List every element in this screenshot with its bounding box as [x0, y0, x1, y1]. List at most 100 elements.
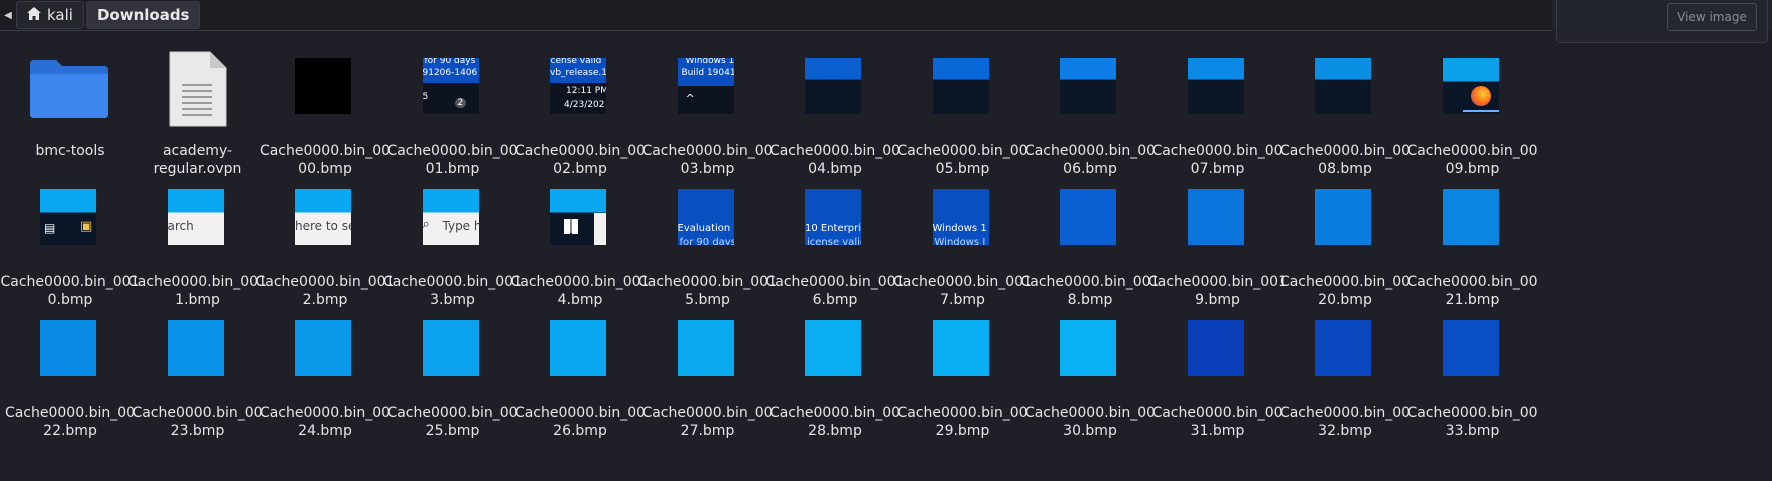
file-item[interactable]: Windows 1 Build 19041. ^ Cache0000.bin_00 03… [636, 48, 776, 177]
file-name: Cache0000.bin_001 9.bmp [1148, 274, 1287, 308]
image-thumbnail: Evaluation for 90 days [677, 189, 734, 245]
thumbnail-text: ▣ [80, 219, 93, 234]
file-name: Cache0000.bin_00 00.bmp [259, 143, 391, 177]
file-item[interactable]: Cache0000.bin_00 07.bmp [1146, 48, 1286, 177]
image-thumbnail: for 90 days 91206-1406 5 2 [422, 58, 479, 114]
thumbnail-text: 5 [422, 92, 429, 102]
thumbnail-text: ^ [685, 92, 695, 105]
image-thumbnail: ▤ ▣ [40, 189, 96, 245]
file-item[interactable]: Cache0000.bin_00 25.bmp [381, 310, 521, 439]
image-thumbnail [550, 189, 606, 245]
image-thumbnail [1315, 58, 1371, 114]
image-thumbnail [1442, 320, 1499, 376]
file-item[interactable]: Cache0000.bin_00 27.bmp [636, 310, 776, 439]
folder-icon [26, 58, 110, 118]
image-thumbnail: ⌕ Type h [422, 189, 479, 245]
image-thumbnail: 10 Enterprise icense valid [805, 189, 861, 245]
breadcrumb-current[interactable]: Downloads [85, 1, 201, 29]
file-name: Cache0000.bin_001 4.bmp [510, 274, 650, 308]
file-item[interactable]: Cache0000.bin_00 05.bmp [891, 48, 1031, 177]
breadcrumb-home[interactable]: kali [16, 1, 84, 29]
file-item[interactable]: Cache0000.bin_00 09.bmp [1401, 48, 1541, 177]
file-item[interactable]: Cache0000.bin_00 04.bmp [763, 48, 903, 177]
file-name: Cache0000.bin_00 29.bmp [897, 405, 1028, 439]
file-item[interactable]: Cache0000.bin_001 4.bmp [508, 179, 650, 308]
file-name: Cache0000.bin_00 26.bmp [514, 405, 646, 439]
file-name: Cache0000.bin_00 05.bmp [897, 143, 1028, 177]
file-item[interactable]: Cache0000.bin_00 21.bmp [1401, 179, 1541, 308]
file-name: Cache0000.bin_00 32.bmp [1279, 405, 1411, 439]
image-thumbnail [1442, 189, 1499, 245]
file-item[interactable]: Cache0000.bin_00 00.bmp [253, 48, 393, 177]
image-thumbnail: here to sea [295, 189, 351, 245]
image-thumbnail [932, 58, 989, 114]
thumbnail-text: 12:11 PM [566, 86, 606, 96]
file-name: Cache0000.bin_001 7.bmp [893, 274, 1032, 308]
thumbnail-text: icense valid [550, 58, 602, 66]
file-item[interactable]: Windows 1 Windows I Cache0000.bin_001 7.bmp [891, 179, 1032, 308]
file-item[interactable]: Cache0000.bin_001 9.bmp [1146, 179, 1287, 308]
image-thumbnail [1187, 320, 1244, 376]
file-item[interactable]: Cache0000.bin_00 29.bmp [891, 310, 1031, 439]
file-item[interactable]: Cache0000.bin_00 32.bmp [1273, 310, 1413, 439]
thumbnail-text: ▤ [44, 221, 56, 235]
thumbnail-text: 91206-1406 [422, 68, 478, 78]
file-item[interactable]: Cache0000.bin_00 20.bmp [1273, 179, 1413, 308]
thumbnail-text: vb_release.1 [550, 68, 606, 78]
view-panel: View image [1556, 0, 1768, 43]
back-arrow-icon[interactable]: ◀ [0, 0, 16, 30]
file-name: Cache0000.bin_00 24.bmp [259, 405, 391, 439]
image-thumbnail [932, 320, 989, 376]
file-item[interactable]: Cache0000.bin_00 28.bmp [763, 310, 903, 439]
file-name: Cache0000.bin_00 07.bmp [1152, 143, 1283, 177]
image-thumbnail: Windows 1 Build 19041. ^ [677, 58, 734, 114]
toolbar: ◀ kali Downloads View image [0, 0, 1772, 43]
file-name: Cache0000.bin_00 06.bmp [1024, 143, 1156, 177]
firefox-icon [1470, 86, 1491, 106]
image-thumbnail [422, 320, 479, 376]
document-icon [168, 50, 228, 127]
image-thumbnail [550, 320, 606, 376]
file-name: Cache0000.bin_001 1.bmp [128, 274, 267, 308]
file-item[interactable]: ⌕ Type h Cache0000.bin_001 3.bmp [381, 179, 522, 308]
file-name: Cache0000.bin_001 3.bmp [383, 274, 522, 308]
file-name: Cache0000.bin_00 03.bmp [642, 143, 773, 177]
file-item[interactable]: Cache0000.bin_00 06.bmp [1018, 48, 1158, 177]
file-item[interactable]: Evaluation for 90 days Cache0000.bin_001 5.… [636, 179, 777, 308]
file-item[interactable]: Cache0000.bin_00 30.bmp [1018, 310, 1158, 439]
file-item[interactable]: Cache0000.bin_00 31.bmp [1146, 310, 1286, 439]
image-thumbnail [1187, 189, 1244, 245]
thumbnail-text: Windows I [934, 237, 986, 245]
file-item[interactable]: 10 Enterprise icense valid Cache0000.bin_0… [763, 179, 905, 308]
view-image-button[interactable]: View image [1667, 3, 1757, 31]
thumbnail-text: 2 [454, 98, 467, 108]
file-item[interactable]: Cache0000.bin_00 24.bmp [253, 310, 393, 439]
image-thumbnail [805, 320, 861, 376]
file-item[interactable]: Cache0000.bin_00 22.bmp [0, 310, 138, 439]
file-item[interactable]: Cache0000.bin_00 08.bmp [1273, 48, 1413, 177]
thumbnail-text: arch [167, 219, 194, 233]
file-name: Cache0000.bin_00 22.bmp [4, 405, 136, 439]
image-thumbnail [805, 58, 861, 114]
file-item[interactable]: academy-regular.ovpn [126, 48, 266, 177]
file-item[interactable]: for 90 days 91206-1406 5 2 Cache0000.bin_00 0… [381, 48, 521, 177]
image-thumbnail [677, 320, 734, 376]
thumbnail-text: icense valid [807, 237, 861, 245]
file-item[interactable]: icense valid vb_release.1 12:11 PM 4/23/202… [508, 48, 648, 177]
file-item[interactable]: ▤ ▣ Cache0000.bin_001 0.bmp [0, 179, 140, 308]
image-thumbnail: arch [167, 189, 224, 245]
thumbnail-text: 10 Enterprise [805, 223, 861, 234]
image-thumbnail [167, 320, 224, 376]
file-item[interactable]: here to sea Cache0000.bin_0012.bmp [253, 179, 395, 308]
file-item[interactable]: Cache0000.bin_001 8.bmp [1018, 179, 1160, 308]
thumbnail-text: Windows 1 [932, 223, 987, 234]
file-item[interactable]: arch Cache0000.bin_001 1.bmp [126, 179, 267, 308]
file-item[interactable]: bmc-tools [0, 48, 138, 176]
file-item[interactable]: Cache0000.bin_00 26.bmp [508, 310, 648, 439]
file-item[interactable]: Cache0000.bin_00 33.bmp [1401, 310, 1541, 439]
file-name: Cache0000.bin_00 20.bmp [1279, 274, 1411, 308]
file-name: Cache0000.bin_00 09.bmp [1407, 143, 1538, 177]
file-name: Cache0000.bin_001 8.bmp [1020, 274, 1160, 308]
file-item[interactable]: Cache0000.bin_00 23.bmp [126, 310, 266, 439]
image-thumbnail [1060, 58, 1116, 114]
